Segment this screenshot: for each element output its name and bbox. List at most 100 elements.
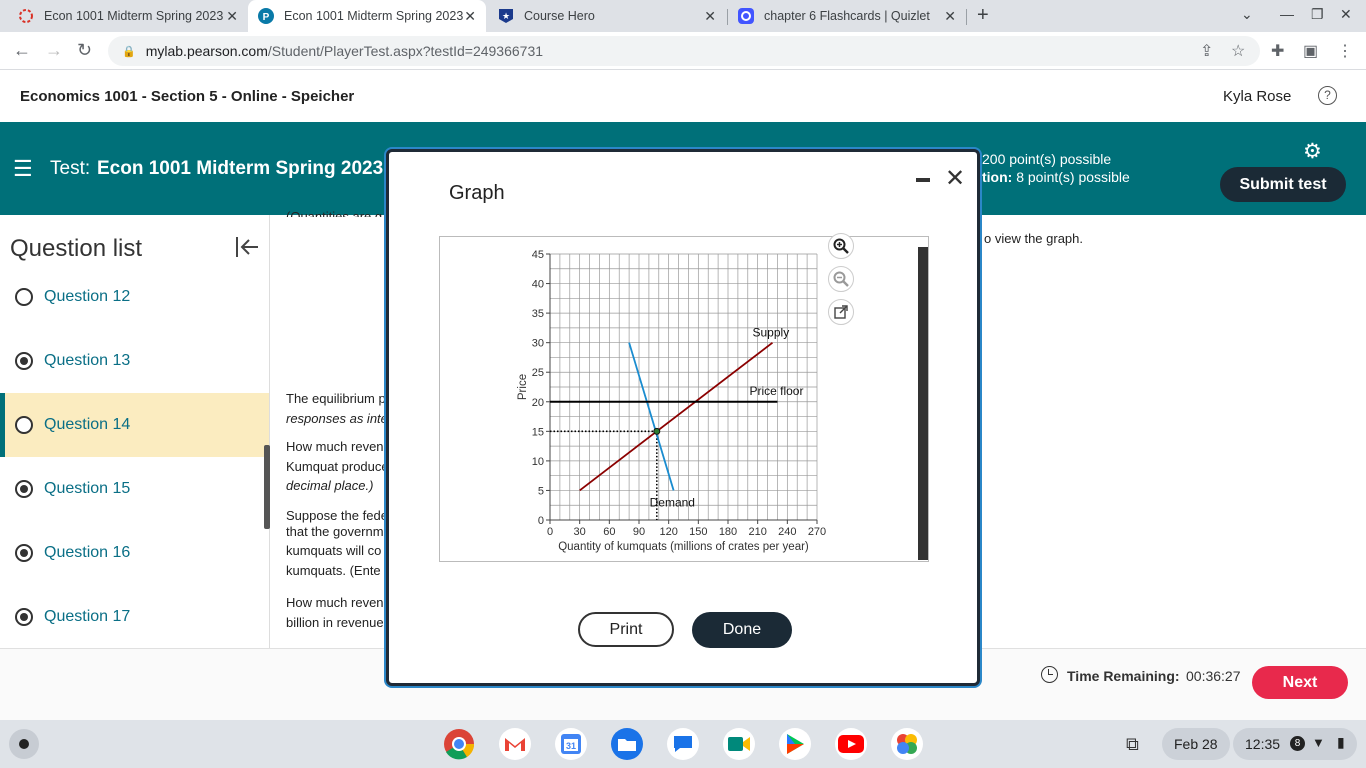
- close-icon[interactable]: ✕: [464, 8, 476, 25]
- view-graph-text: o view the graph.: [984, 231, 1084, 246]
- svg-text:31: 31: [566, 741, 576, 751]
- browser-tab[interactable]: Econ 1001 Midterm Spring 2023 ✕: [8, 0, 248, 32]
- x-tick-label: 180: [719, 526, 737, 538]
- question-item-16[interactable]: Question 16: [0, 521, 269, 585]
- question-label: Question 13: [44, 352, 131, 369]
- files-icon[interactable]: [611, 728, 643, 760]
- launcher-icon[interactable]: [9, 729, 39, 759]
- browser-tab[interactable]: chapter 6 Flashcards | Quizlet ✕: [728, 0, 966, 32]
- side-panel-icon[interactable]: ▣: [1303, 41, 1318, 61]
- minimize-icon[interactable]: —: [1280, 6, 1294, 22]
- series-label: Price floor: [749, 384, 803, 398]
- hamburger-menu-icon[interactable]: ☰: [13, 156, 33, 182]
- restore-icon[interactable]: ❐: [1311, 6, 1324, 23]
- tray-date[interactable]: Feb 28: [1162, 728, 1230, 760]
- new-tab-icon[interactable]: +: [977, 4, 989, 27]
- points-question-label: tion:: [982, 169, 1013, 185]
- extensions-icon[interactable]: ✚: [1271, 41, 1284, 61]
- url-path: /Student/PlayerTest.aspx?testId=24936673…: [267, 43, 544, 59]
- browser-menu-icon[interactable]: ⋮: [1337, 41, 1353, 61]
- question-text-line: billion in revenue: [286, 615, 384, 630]
- x-tick-label: 60: [603, 526, 615, 538]
- question-item-13[interactable]: Question 13: [0, 329, 269, 393]
- calendar-icon[interactable]: 31: [555, 728, 587, 760]
- bookmark-star-icon[interactable]: ☆: [1231, 41, 1245, 61]
- svg-text:P: P: [263, 12, 270, 23]
- y-axis-label: Price: [517, 374, 529, 400]
- graph-frame: 0 5 10 15 20 25 30 35 40 45 0 30 60 90 120 150 180 210 240…: [439, 233, 929, 562]
- submit-test-button[interactable]: Submit test: [1220, 167, 1346, 202]
- sidebar-scrollbar[interactable]: [264, 445, 270, 529]
- next-button[interactable]: Next: [1252, 666, 1348, 699]
- done-button[interactable]: Done: [692, 612, 792, 648]
- x-tick-label: 120: [659, 526, 677, 538]
- browser-tab-bar: Econ 1001 Midterm Spring 2023 ✕ P Econ 1…: [0, 0, 1366, 32]
- unanswered-radio-icon: [15, 288, 33, 306]
- close-icon[interactable]: ✕: [944, 8, 956, 25]
- tab-title: Econ 1001 Midterm Spring 2023: [284, 9, 464, 23]
- collapse-sidebar-icon[interactable]: [234, 235, 260, 265]
- back-icon[interactable]: ←: [13, 40, 31, 61]
- question-list-sidebar: Question list Question 12 Question 13 Qu…: [0, 215, 270, 648]
- question-text-line: How much reven: [286, 439, 384, 454]
- pearson-p-icon: P: [258, 8, 274, 24]
- time-remaining-label: Time Remaining:: [1067, 668, 1180, 684]
- svg-text:★: ★: [502, 11, 510, 21]
- x-tick-label: 30: [574, 526, 586, 538]
- gmail-icon[interactable]: [499, 728, 531, 760]
- youtube-icon[interactable]: [835, 728, 867, 760]
- user-name[interactable]: Kyla Rose: [1223, 88, 1291, 105]
- graph-scrollbar[interactable]: [918, 247, 928, 560]
- tab-search-icon[interactable]: ⌄: [1241, 6, 1253, 23]
- share-icon[interactable]: ⇪: [1200, 41, 1213, 61]
- y-tick-label: 20: [532, 397, 544, 409]
- y-tick-label: 0: [538, 515, 544, 527]
- os-taskbar: 31 Feb 28 12:35: [0, 720, 1366, 768]
- question-item-15[interactable]: Question 15: [0, 457, 269, 521]
- gear-icon[interactable]: ⚙: [1303, 139, 1322, 164]
- answered-radio-icon: [15, 544, 33, 562]
- unanswered-radio-icon: [15, 416, 33, 434]
- course-title: Economics 1001 - Section 5 - Online - Sp…: [20, 88, 355, 105]
- open-external-icon[interactable]: [828, 299, 854, 325]
- question-item-14[interactable]: Question 14: [0, 393, 269, 457]
- series-label: Demand: [650, 495, 695, 509]
- pearson-icon: [18, 8, 34, 24]
- course-hero-icon: ★: [498, 8, 514, 24]
- x-tick-label: 90: [633, 526, 645, 538]
- question-label: Question 15: [44, 480, 131, 497]
- browser-tab[interactable]: ★ Course Hero ✕: [488, 0, 726, 32]
- question-item-17[interactable]: Question 17: [0, 585, 269, 649]
- url-input[interactable]: 🔒 mylab.pearson.com/Student/PlayerTest.a…: [108, 36, 1260, 66]
- zoom-in-icon[interactable]: [828, 233, 854, 259]
- tab-title: Econ 1001 Midterm Spring 2023: [44, 9, 224, 23]
- question-text-clipped: (Quantities are g: [286, 209, 383, 217]
- close-icon[interactable]: ✕: [704, 8, 716, 25]
- messages-icon[interactable]: [667, 728, 699, 760]
- question-label: Question 17: [44, 608, 131, 625]
- screen-capture-icon[interactable]: ⧉: [1126, 734, 1139, 755]
- close-icon[interactable]: ✕: [226, 8, 238, 25]
- x-axis-label: Quantity of kumquats (millions of crates…: [558, 541, 809, 553]
- print-button[interactable]: Print: [578, 612, 674, 647]
- zoom-out-icon[interactable]: [828, 266, 854, 292]
- equilibrium-point: [653, 427, 661, 435]
- browser-tab-active[interactable]: P Econ 1001 Midterm Spring 2023 ✕: [248, 0, 486, 32]
- help-icon[interactable]: ?: [1318, 86, 1337, 105]
- minimize-icon[interactable]: [916, 178, 930, 182]
- chrome-icon[interactable]: [443, 728, 475, 760]
- x-tick-label: 240: [778, 526, 796, 538]
- url-host: mylab.pearson.com: [145, 43, 268, 59]
- test-label: Test:: [50, 158, 91, 179]
- x-tick-label: 270: [808, 526, 826, 538]
- close-window-icon[interactable]: ✕: [1340, 6, 1352, 23]
- y-tick-label: 40: [532, 279, 544, 291]
- forward-icon[interactable]: →: [45, 40, 63, 61]
- question-text-line: How much reven: [286, 595, 384, 610]
- reload-icon[interactable]: ↻: [77, 40, 92, 61]
- close-icon[interactable]: ✕: [945, 164, 965, 193]
- photos-icon[interactable]: [891, 728, 923, 760]
- play-store-icon[interactable]: [779, 728, 811, 760]
- question-item-12[interactable]: Question 12: [0, 265, 269, 329]
- meet-icon[interactable]: [723, 728, 755, 760]
